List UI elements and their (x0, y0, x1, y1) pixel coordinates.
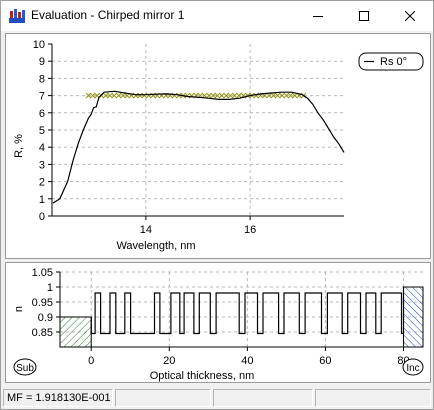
status-cell-3 (213, 389, 313, 407)
x-tick-labels: 14 16 (140, 224, 257, 236)
profile-grid (60, 271, 423, 347)
status-cell-2 (115, 389, 211, 407)
y-tick-label: 0.9 (38, 312, 53, 324)
y-tick-label: 7 (39, 91, 45, 103)
legend-box[interactable]: Rs 0° (358, 52, 424, 71)
svg-text:Sub: Sub (16, 363, 34, 374)
profile-x-axis-label: Optical thickness, nm (150, 370, 255, 382)
close-icon (405, 11, 415, 21)
title-bar[interactable]: Evaluation - Chirped mirror 1 (1, 1, 433, 31)
y-tick-labels: 0 1 2 3 4 5 6 7 8 9 10 (33, 39, 45, 223)
y-tick-label: 5 (39, 125, 45, 137)
maximize-icon (359, 11, 369, 21)
x-tick-label: 40 (241, 355, 253, 367)
y-tick-label: 2 (39, 177, 45, 189)
x-tick-label: 20 (163, 355, 175, 367)
status-merit-function: MF = 1.918130E-001 (3, 389, 113, 407)
y-tick-label: 10 (33, 39, 45, 51)
evaluation-window: Evaluation - Chirped mirror 1 0 1 2 3 4 5 6 7 8 9… (0, 0, 434, 410)
y-tick-label: 0 (39, 211, 45, 223)
x-tick-label: 14 (140, 224, 152, 236)
y-tick-label: 8 (39, 73, 45, 85)
y-tick-label: 9 (39, 56, 45, 68)
profile-x-tick-labels: 0 20 40 60 80 (88, 355, 409, 367)
y-axis-label: R, % (13, 134, 25, 158)
y-tick-label: 1 (39, 194, 45, 206)
svg-text:Inc: Inc (406, 363, 419, 374)
chart-axes (48, 43, 344, 220)
incident-medium-block (402, 286, 424, 348)
x-tick-label: 60 (319, 355, 331, 367)
x-axis-label: Wavelength, nm (116, 240, 195, 252)
reflectance-chart[interactable]: 0 1 2 3 4 5 6 7 8 9 10 14 16 Wavelength, nm R, % Rs… (6, 34, 430, 258)
y-tick-label: 3 (39, 159, 45, 171)
window-title: Evaluation - Chirped mirror 1 (31, 8, 185, 22)
substrate-block (59, 316, 92, 348)
status-bar: MF = 1.918130E-001 (1, 387, 433, 409)
x-tick-label: 0 (88, 355, 94, 367)
minimize-icon (313, 16, 323, 17)
maximize-button[interactable] (341, 1, 387, 31)
index-profile-panel[interactable]: 0.85 0.9 0.95 1 1.05 0 20 40 60 80 Optical thick… (5, 262, 431, 383)
y-tick-label: 0.85 (32, 327, 53, 339)
y-tick-label: 1 (47, 282, 53, 294)
close-button[interactable] (387, 1, 433, 31)
legend-entry-rs: Rs 0° (380, 56, 407, 68)
incident-label[interactable]: Inc (402, 358, 424, 376)
index-profile-chart[interactable]: 0.850.90.9511.05 0 20 40 60 80 Optical thick… (6, 263, 430, 382)
y-tick-label: 6 (39, 108, 45, 120)
status-cell-4 (315, 389, 431, 407)
profile-y-tick-labels: 0.85 0.9 0.95 1 1.05 (32, 267, 53, 339)
minimize-button[interactable] (295, 1, 341, 31)
y-tick-label: 1.05 (32, 267, 53, 279)
chart-grid (52, 44, 344, 216)
y-tick-label: 4 (39, 142, 45, 154)
x-tick-label: 16 (244, 224, 256, 236)
evaluation-app-icon (9, 9, 25, 23)
substrate-label[interactable]: Sub (13, 358, 37, 376)
reflectance-chart-panel[interactable]: 0 1 2 3 4 5 6 7 8 9 10 14 16 Wavelength, nm R, % Rs… (5, 33, 431, 259)
profile-y-axis-label: n (13, 306, 25, 312)
y-tick-label: 0.95 (32, 297, 53, 309)
